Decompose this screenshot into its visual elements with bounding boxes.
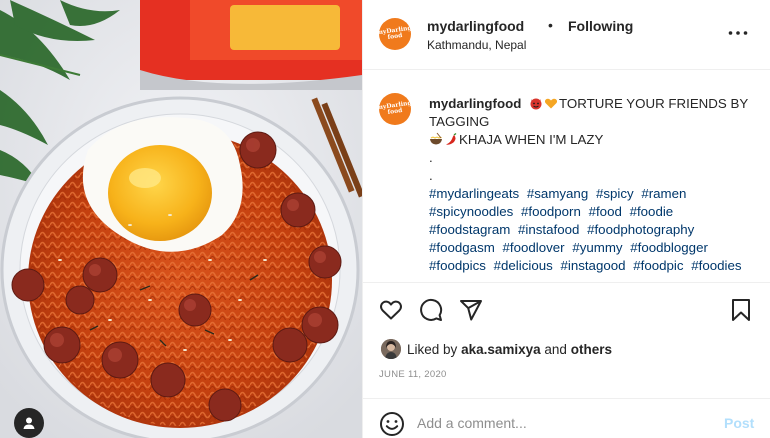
- user-tag-icon: [23, 417, 35, 429]
- likes-others-link[interactable]: others: [571, 342, 612, 357]
- author-username[interactable]: mydarlingfood: [427, 18, 524, 34]
- hashtag-link[interactable]: #ramen: [641, 186, 686, 201]
- hashtag-link[interactable]: #instagood: [560, 258, 625, 273]
- following-button[interactable]: Following: [568, 18, 633, 34]
- hashtag-link[interactable]: #delicious: [494, 258, 553, 273]
- more-options-icon: [728, 31, 748, 35]
- noodle-bowl-emoji: [430, 132, 442, 145]
- caption-dot-1: .: [429, 150, 433, 165]
- comment-bubble-icon: [420, 298, 443, 321]
- likes-conj: and: [544, 341, 567, 357]
- hashtag-link[interactable]: #foodpic: [633, 258, 683, 273]
- caption-line-2: KHAJA WHEN I'M LAZY: [459, 132, 604, 147]
- heart-icon: [380, 300, 402, 320]
- devil-face-emoji: [530, 98, 542, 110]
- paper-plane-icon: [460, 300, 482, 321]
- avatar-logo-text: myDarling food: [379, 24, 411, 41]
- post-comment-button[interactable]: Post: [724, 415, 754, 431]
- like-button[interactable]: [377, 296, 405, 324]
- comment-input[interactable]: [417, 411, 707, 435]
- post-photo[interactable]: [0, 0, 362, 438]
- hashtag-link[interactable]: #yummy: [572, 240, 622, 255]
- liker-username[interactable]: aka.samixya: [461, 342, 541, 357]
- smiley-icon[interactable]: [379, 411, 405, 437]
- post-caption: myDarling food mydarlingfood TORTURE YOU…: [363, 71, 770, 283]
- hashtag-link[interactable]: #instafood: [518, 222, 579, 237]
- liker-avatar[interactable]: [381, 339, 401, 359]
- post-header: myDarling food mydarlingfood • Following…: [363, 0, 770, 70]
- bookmark-icon: [732, 299, 750, 321]
- hashtag-link[interactable]: #foodie: [630, 204, 674, 219]
- hashtag-list: #mydarlingeats #samyang #spicy #ramen #s…: [429, 185, 759, 275]
- caption-dot-2: .: [429, 168, 433, 183]
- hashtag-link[interactable]: #foodblogger: [630, 240, 708, 255]
- comment-bar: Post: [363, 398, 770, 438]
- header-separator: •: [548, 17, 553, 33]
- caption-body: mydarlingfood TORTURE YOUR FRIENDS BY TA…: [429, 95, 759, 275]
- liker-avatar-image: [381, 339, 401, 359]
- hashtag-link[interactable]: #food: [589, 204, 622, 219]
- chili-pepper-emoji: [446, 132, 457, 145]
- likes-prefix: Liked by: [407, 341, 458, 357]
- hashtag-link[interactable]: #foodgasm: [429, 240, 495, 255]
- post-actions: [363, 292, 770, 328]
- ramen-photo-illustration: [0, 0, 362, 438]
- post-side-panel: myDarling food mydarlingfood • Following…: [362, 0, 770, 438]
- likes-summary: Liked by aka.samixya and others: [381, 338, 612, 360]
- save-button[interactable]: [727, 296, 755, 324]
- more-options-button[interactable]: [725, 22, 751, 44]
- hashtag-link[interactable]: #samyang: [527, 186, 588, 201]
- hashtag-link[interactable]: #foodlover: [503, 240, 565, 255]
- hashtag-link[interactable]: #mydarlingeats: [429, 186, 519, 201]
- caption-author-avatar[interactable]: myDarling food: [379, 93, 411, 125]
- orange-heart-emoji: [544, 98, 558, 109]
- author-avatar[interactable]: myDarling food: [379, 18, 411, 50]
- user-tags-button[interactable]: [14, 408, 44, 438]
- hashtag-link[interactable]: #foodies: [691, 258, 741, 273]
- hashtag-link[interactable]: #spicynoodles: [429, 204, 513, 219]
- post-location[interactable]: Kathmandu, Nepal: [427, 38, 526, 52]
- avatar-logo-text: myDarling food: [379, 99, 411, 116]
- hashtag-link[interactable]: #foodstagram: [429, 222, 510, 237]
- hashtag-link[interactable]: #foodphotography: [587, 222, 694, 237]
- hashtag-link[interactable]: #foodpics: [429, 258, 486, 273]
- comment-button[interactable]: [417, 296, 445, 324]
- caption-username[interactable]: mydarlingfood: [429, 96, 521, 111]
- post-date[interactable]: JUNE 11, 2020: [379, 369, 447, 380]
- share-button[interactable]: [457, 296, 485, 324]
- hashtag-link[interactable]: #foodporn: [521, 204, 581, 219]
- hashtag-link[interactable]: #spicy: [596, 186, 634, 201]
